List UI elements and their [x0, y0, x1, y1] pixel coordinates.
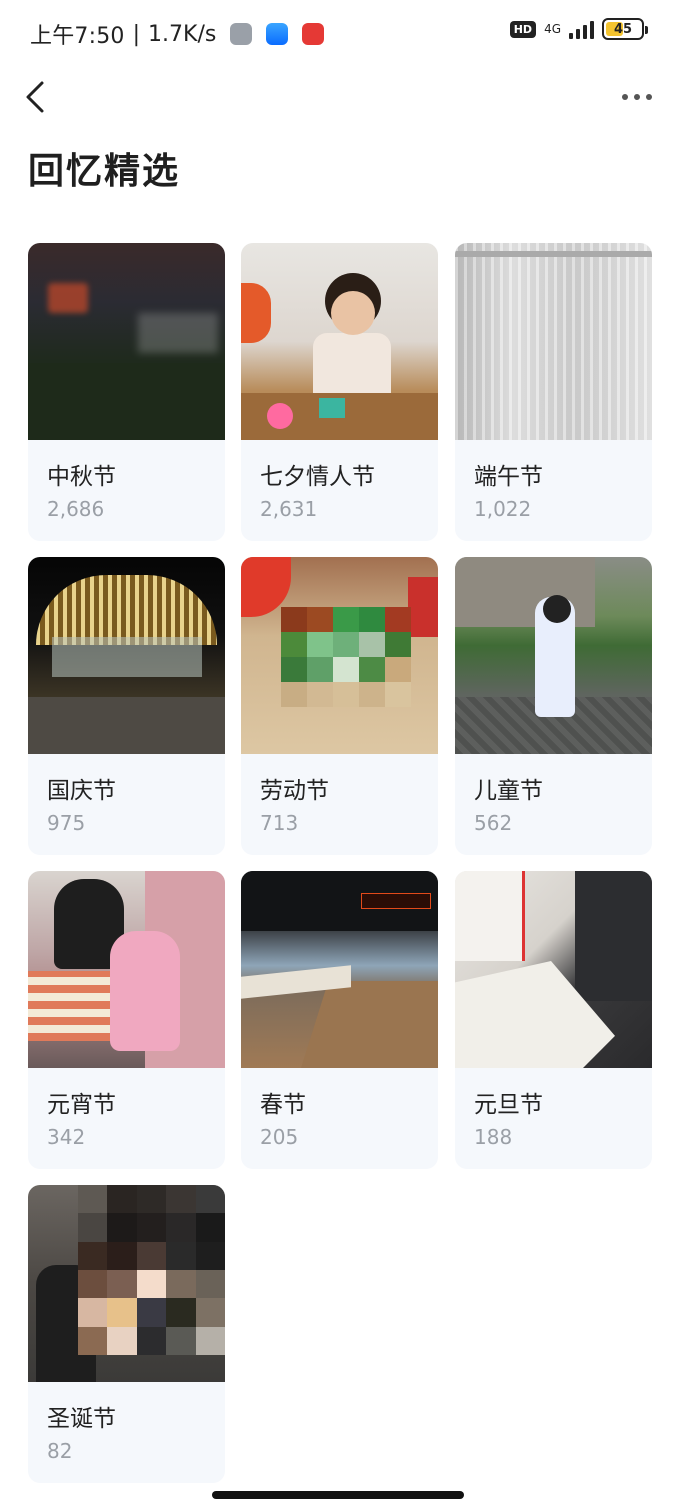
- pixelated-region: [78, 1185, 225, 1355]
- status-bar-left: 上午7:50 | 1.7K/s: [30, 18, 325, 50]
- album-card[interactable]: 元旦节 188: [455, 871, 652, 1169]
- album-count: 562: [474, 811, 513, 835]
- signal-icon: [569, 19, 594, 39]
- album-thumbnail: [28, 243, 225, 440]
- album-label: 国庆节: [47, 778, 116, 804]
- album-card[interactable]: 国庆节 975: [28, 557, 225, 855]
- album-thumbnail: [28, 871, 225, 1068]
- album-thumbnail: [241, 557, 438, 754]
- album-card[interactable]: 劳动节 713: [241, 557, 438, 855]
- back-button[interactable]: [22, 80, 54, 114]
- album-count: 82: [47, 1439, 73, 1463]
- status-bar-right: HD 4G 45: [509, 18, 648, 40]
- album-card[interactable]: 端午节 1,022: [455, 243, 652, 541]
- album-thumbnail: [28, 1185, 225, 1382]
- album-thumbnail: [28, 557, 225, 754]
- battery-level: 45: [613, 21, 633, 37]
- album-label: 劳动节: [260, 778, 329, 804]
- album-thumbnail: [241, 243, 438, 440]
- pixelated-region: [281, 607, 411, 707]
- battery-icon: 45: [602, 18, 648, 40]
- album-count: 342: [47, 1125, 86, 1149]
- hd-badge: HD: [509, 20, 537, 38]
- home-indicator[interactable]: [212, 1491, 464, 1499]
- page-title: 回忆精选: [28, 151, 181, 192]
- album-thumbnail: [455, 557, 652, 754]
- album-card[interactable]: 春节 205: [241, 871, 438, 1169]
- more-dot: [622, 94, 628, 100]
- album-card[interactable]: 元宵节 342: [28, 871, 225, 1169]
- album-card[interactable]: 儿童节 562: [455, 557, 652, 855]
- album-count: 205: [260, 1125, 299, 1149]
- app-notification-icon: [302, 23, 325, 45]
- more-options-button[interactable]: [622, 86, 652, 108]
- album-label: 元旦节: [474, 1092, 543, 1118]
- album-count: 713: [260, 811, 299, 835]
- album-card[interactable]: 圣诞节 82: [28, 1185, 225, 1483]
- album-thumbnail: [241, 871, 438, 1068]
- album-label: 中秋节: [47, 464, 116, 490]
- album-label: 端午节: [474, 464, 543, 490]
- album-card[interactable]: 七夕情人节 2,631: [241, 243, 438, 541]
- album-thumbnail: [455, 871, 652, 1068]
- more-dot: [634, 94, 640, 100]
- album-label: 儿童节: [474, 778, 543, 804]
- app-notification-icon: [230, 23, 253, 45]
- album-count: 188: [474, 1125, 513, 1149]
- status-time: 上午7:50: [30, 24, 125, 49]
- network-type: 4G: [544, 21, 561, 36]
- album-thumbnail: [455, 243, 652, 440]
- album-label: 春节: [260, 1092, 306, 1118]
- album-label: 七夕情人节: [260, 464, 375, 490]
- status-net-speed: 1.7K/s: [148, 21, 217, 47]
- album-card[interactable]: 中秋节 2,686: [28, 243, 225, 541]
- album-count: 2,686: [47, 497, 105, 521]
- album-count: 1,022: [474, 497, 532, 521]
- app-notification-icon: [266, 23, 289, 45]
- chevron-left-icon: [26, 81, 44, 113]
- more-dot: [646, 94, 652, 100]
- album-count: 2,631: [260, 497, 318, 521]
- album-label: 元宵节: [47, 1092, 116, 1118]
- status-separator: |: [132, 21, 141, 47]
- album-label: 圣诞节: [47, 1406, 116, 1432]
- status-bar: 上午7:50 | 1.7K/s HD 4G 45: [0, 0, 680, 64]
- album-count: 975: [47, 811, 86, 835]
